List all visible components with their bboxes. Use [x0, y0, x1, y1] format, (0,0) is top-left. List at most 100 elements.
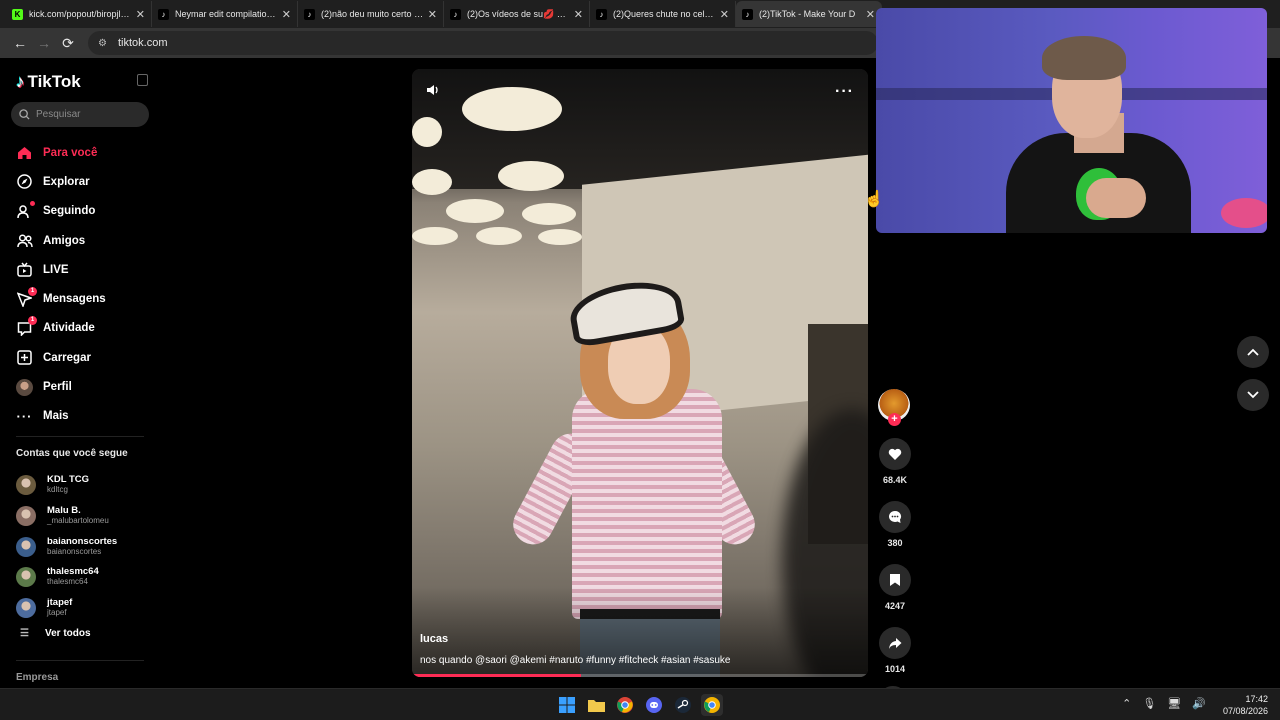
nav-item-home[interactable]: Para você [16, 138, 106, 167]
ceiling-light [498, 161, 564, 191]
tiktok-logo[interactable]: ♪ TikTok [16, 72, 81, 92]
save-button[interactable] [879, 564, 911, 596]
browser-tab[interactable]: ♪ (2)Os vídeos de su💋 🍸 ☺ ✕ [444, 1, 590, 27]
nav-item-activity[interactable]: 1 Atividade [16, 314, 106, 343]
reload-button[interactable]: ⟳ [56, 31, 80, 55]
site-settings-icon[interactable]: ⚙ [98, 38, 112, 49]
previous-video-button[interactable] [1237, 336, 1269, 368]
video-author[interactable]: lucas [420, 633, 448, 645]
nav-item-following[interactable]: Seguindo [16, 197, 106, 226]
nav-item-upload[interactable]: Carregar [16, 343, 106, 372]
see-all-label: Ver todos [45, 628, 91, 639]
plush-toy [1221, 198, 1267, 228]
chrome-active-button[interactable] [701, 694, 723, 716]
account-name: KDL TCG [47, 474, 90, 486]
following-list: KDL TCG kdltcg Malu B. _malubartolomeubaian… [16, 470, 117, 623]
bookmark-icon [890, 574, 900, 586]
ceiling-light [412, 117, 442, 147]
nav-item-profile[interactable]: Perfil [16, 372, 106, 401]
like-button[interactable] [879, 438, 911, 470]
video-progress-bar[interactable] [412, 674, 868, 677]
nav-item-messages[interactable]: 1 Mensagens [16, 284, 106, 313]
search-placeholder: Pesquisar [36, 109, 81, 120]
unread-dot [30, 200, 35, 206]
share-count: 1014 [884, 664, 906, 674]
start-button[interactable] [556, 694, 578, 716]
nav-item-more[interactable]: ··· Mais [16, 402, 106, 431]
address-bar[interactable]: ⚙ tiktok.com [88, 31, 878, 55]
creator-avatar[interactable]: + [878, 389, 910, 426]
show-hidden-icons-icon[interactable]: ⌃ [1122, 697, 1131, 710]
following-account[interactable]: baianonscortes baianonscortes [16, 531, 117, 562]
more-icon: ··· [16, 408, 33, 424]
account-handle: _malubartolomeu [47, 516, 109, 526]
ceiling-light [538, 229, 582, 245]
next-video-button[interactable] [1237, 379, 1269, 411]
nav-item-live[interactable]: LIVE [16, 255, 106, 284]
browser-tab[interactable]: ♪ (2)Queres chute no celular ✕ [590, 1, 736, 27]
nav-item-friends[interactable]: Amigos [16, 226, 106, 255]
close-tab-icon[interactable]: ✕ [720, 8, 729, 21]
file-explorer-button[interactable] [585, 694, 607, 716]
follow-plus-icon[interactable]: + [888, 413, 901, 426]
avatar [16, 567, 36, 588]
chrome-button[interactable] [614, 694, 636, 716]
back-button[interactable]: ← [8, 31, 32, 55]
browser-tab[interactable]: Kkick.com/popout/biropjl/ch ✕ [6, 1, 152, 27]
network-icon[interactable]: 🖥 [1167, 697, 1181, 710]
tab-title: (2)Queres chute no celular [613, 9, 716, 19]
following-account[interactable]: thalesmc64 thalesmc64 [16, 562, 117, 593]
following-account[interactable]: Malu B. _malubartolomeu [16, 501, 117, 532]
close-tab-icon[interactable]: ✕ [136, 8, 145, 21]
company-link[interactable]: Empresa [16, 672, 58, 683]
tiktok-favicon-icon: ♪ [304, 8, 315, 20]
video-caption: nos quando @saori @akemi #naruto #funny … [420, 655, 731, 666]
hand-cursor-icon: ☝ [864, 191, 884, 208]
system-tray: ⌃ 🎙 🖥 🔊 [1111, 697, 1206, 710]
main-nav: Para você Explorar Seguindo Amigos LIVE 1 Mens… [16, 138, 106, 431]
chevron-up-icon [1247, 348, 1259, 356]
comment-button[interactable] [879, 501, 911, 533]
windows-icon [559, 697, 575, 713]
volume-tray-icon[interactable]: 🔊 [1192, 697, 1206, 710]
collapse-sidebar-icon[interactable] [137, 74, 148, 86]
discord-icon [646, 697, 662, 713]
following-account[interactable]: KDL TCG kdltcg [16, 470, 117, 501]
video-player[interactable]: ··· lucas nos quando @saori @akemi #naru… [412, 69, 868, 677]
account-handle: baianonscortes [47, 546, 102, 556]
account-handle: thalesmc64 [47, 577, 88, 587]
browser-tab[interactable]: ♪ (2)TikTok - Make Your D ✕ [736, 1, 882, 27]
browser-tab[interactable]: ♪ (2)não deu muito certo 🥲🤎 ✕ [298, 1, 444, 27]
following-section-title: Contas que você segue [16, 448, 128, 459]
following-account[interactable]: jtapef jtapef [16, 593, 117, 624]
live-icon [16, 261, 33, 278]
steam-button[interactable] [672, 694, 694, 716]
nav-item-compass[interactable]: Explorar [16, 167, 106, 196]
browser-tab[interactable]: ♪ Neymar edit compilation — ✕ [152, 1, 298, 27]
microphone-icon[interactable]: 🎙 [1142, 697, 1156, 710]
share-button[interactable] [879, 627, 911, 659]
ceiling-light [522, 203, 576, 225]
volume-icon[interactable] [426, 83, 440, 102]
account-name: Malu B. [47, 505, 81, 517]
close-tab-icon[interactable]: ✕ [428, 8, 437, 21]
more-options-icon[interactable]: ··· [835, 83, 854, 101]
clock[interactable]: 17:42 07/08/2026 [1223, 693, 1268, 717]
share-icon [889, 637, 902, 649]
close-tab-icon[interactable]: ✕ [866, 8, 875, 21]
close-tab-icon[interactable]: ✕ [282, 8, 291, 21]
divider [16, 436, 144, 437]
divider [16, 660, 144, 661]
steam-icon [675, 697, 691, 713]
forward-button[interactable]: → [32, 31, 56, 55]
account-name: thalesmc64 [47, 566, 99, 578]
search-input[interactable]: Pesquisar [11, 102, 149, 127]
close-tab-icon[interactable]: ✕ [574, 8, 583, 21]
list-icon: ☰ [20, 628, 29, 639]
ceiling-light [476, 227, 522, 245]
account-text: Malu B. _malubartolomeu [47, 506, 109, 526]
discord-button[interactable] [643, 694, 665, 716]
chrome-canary-icon [704, 697, 720, 713]
comment-count: 380 [887, 538, 903, 548]
see-all-button[interactable]: ☰ Ver todos [20, 628, 91, 639]
